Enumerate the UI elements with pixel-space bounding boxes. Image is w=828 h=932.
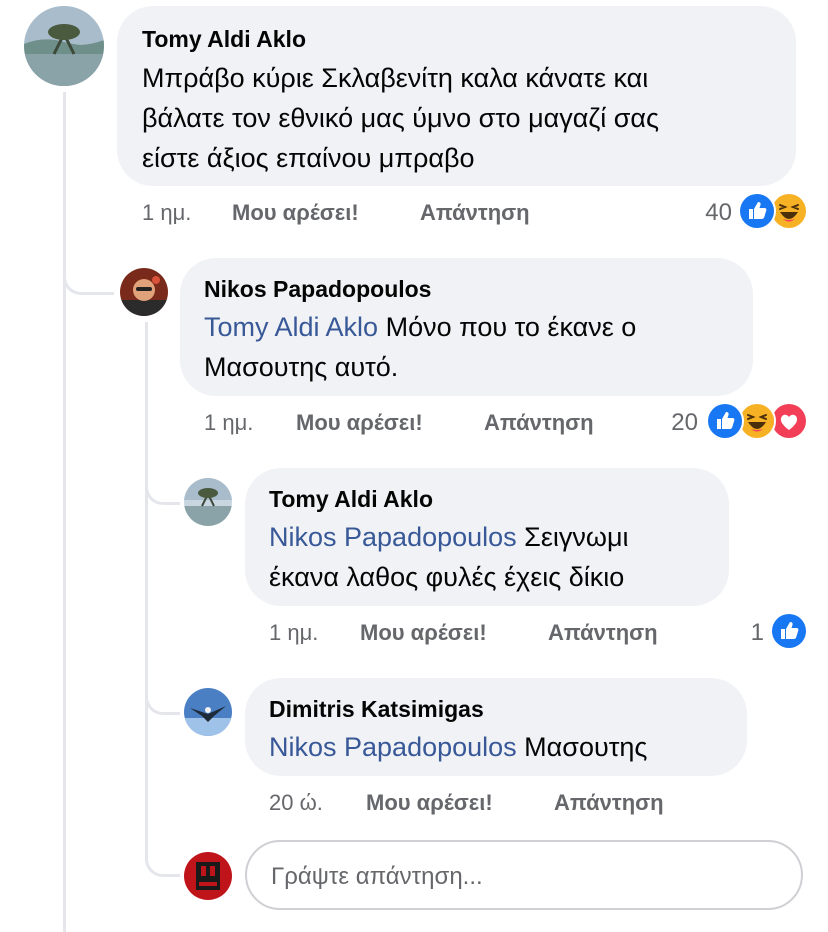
thread-connector-tomy-reply [145,470,180,505]
like-icon [706,402,744,440]
avatar-tomy[interactable] [24,6,104,86]
comment-author[interactable]: Dimitris Katsimigas [269,696,484,723]
comment-timestamp[interactable]: 1 ημ. [204,410,253,436]
mention-link[interactable]: Tomy Aldi Aklo [204,312,378,342]
reaction-count[interactable]: 1 [730,619,764,647]
comment-author[interactable]: Nikos Papadopoulos [204,276,431,303]
like-icon [770,612,808,650]
thread-line-nested [145,322,148,862]
comment-author[interactable]: Tomy Aldi Aklo [142,26,306,53]
comment-text: Σειγνωμι [516,522,629,552]
thread-connector-input [145,842,180,877]
comment-author[interactable]: Tomy Aldi Aklo [269,486,433,513]
like-icon [738,192,776,230]
comment-text-line-1: Tomy Aldi Aklo Μόνο που το έκανε ο [204,307,636,347]
thread-connector-dimitris [145,680,180,715]
avatar-dimitris[interactable] [184,688,232,736]
comment-text: Μόνο που το έκανε ο [378,312,637,342]
like-button[interactable]: Μου αρέσει! [360,620,487,646]
comment-timestamp[interactable]: 1 ημ. [269,620,318,646]
avatar-nikos[interactable] [120,268,168,316]
reply-button[interactable]: Απάντηση [420,200,530,226]
comment-timestamp[interactable]: 20 ώ. [269,790,323,816]
comment-text: Μασουτης [516,732,648,762]
mention-link[interactable]: Nikos Papadopoulos [269,522,517,552]
like-button[interactable]: Μου αρέσει! [296,410,423,436]
mention-link[interactable]: Nikos Papadopoulos [269,732,517,762]
reply-input[interactable]: Γράψτε απάντηση... [245,840,803,910]
comment-timestamp[interactable]: 1 ημ. [142,200,191,226]
reply-button[interactable]: Απάντηση [548,620,658,646]
like-button[interactable]: Μου αρέσει! [232,200,359,226]
comment-text-line-3: είστε άξιος επαίνου μπραβο [142,143,475,173]
reaction-count[interactable]: 20 [650,409,698,437]
reply-input-placeholder: Γράψτε απάντηση... [271,863,483,890]
comment-text-line-1: Nikos Papadopoulos Σειγνωμι [269,517,629,557]
avatar-tomy[interactable] [184,478,232,526]
like-button[interactable]: Μου αρέσει! [366,790,493,816]
comment-text-line-2: έκανα λαθος φυλές έχεις δίκιο [269,562,625,592]
comment-text-line-2: βάλατε τον εθνικό μας ύμνο στο μαγαζί σα… [142,103,660,133]
thread-connector-nikos [63,250,114,295]
thread-line-main [63,92,66,932]
reply-button[interactable]: Απάντηση [554,790,664,816]
comment-text-line-1: Μπράβο κύριε Σκλαβενίτη καλα κάνατε και [142,63,649,93]
avatar-current-user[interactable] [184,852,232,900]
reaction-count[interactable]: 40 [680,199,732,227]
comment-text-line-1: Nikos Papadopoulos Μασουτης [269,727,647,767]
comment-text-line-2: Μασουτης αυτό. [204,352,399,382]
reply-button[interactable]: Απάντηση [484,410,594,436]
